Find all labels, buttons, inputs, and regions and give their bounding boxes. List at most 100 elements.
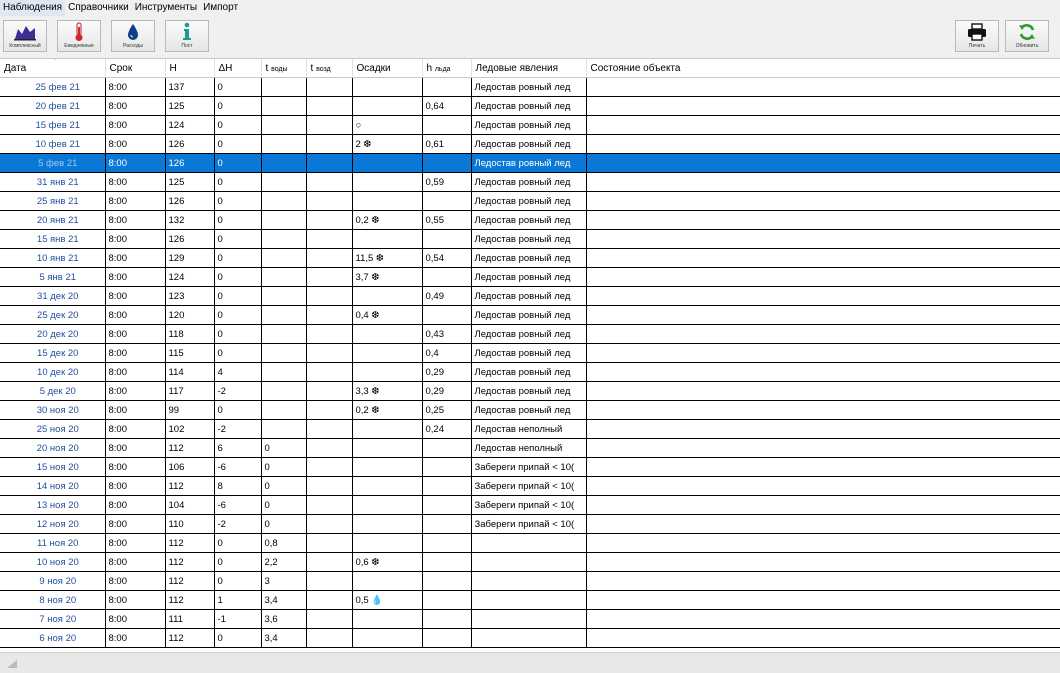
cell-t-air[interactable] (306, 229, 353, 249)
cell-time[interactable]: 8:00 (105, 400, 166, 420)
cell-t-water[interactable] (261, 419, 307, 439)
cell-t-air[interactable] (306, 115, 353, 135)
cell-dh[interactable]: -2 (214, 381, 262, 401)
cell-dh[interactable]: 4 (214, 362, 262, 382)
cell-time[interactable]: 8:00 (105, 267, 166, 287)
cell-precip[interactable] (352, 609, 423, 629)
cell-ice-phenomena[interactable] (471, 628, 587, 648)
cell-precip[interactable] (352, 172, 423, 192)
table-row[interactable]: 25 фев 21 8:00 137 0 Ледостав ровный лед (0, 77, 1060, 97)
cell-precip[interactable] (352, 419, 423, 439)
cell-ice-phenomena[interactable]: Забереги припай < 10( (471, 457, 587, 477)
cell-h[interactable]: 99 (165, 400, 215, 420)
cell-precip[interactable]: 3,7 ❆ (352, 267, 423, 287)
cell-ice[interactable] (422, 267, 472, 287)
cell-t-water[interactable] (261, 229, 307, 249)
cell-t-air[interactable] (306, 172, 353, 192)
cell-object-state[interactable] (586, 533, 1060, 553)
table-row[interactable]: 5 дек 20 8:00 117 -2 3,3 ❆ 0,29 Ледостав ровны… (0, 381, 1060, 401)
cell-date[interactable]: 25 янв 21 (0, 191, 106, 211)
cell-object-state[interactable] (586, 590, 1060, 610)
cell-t-water[interactable] (261, 362, 307, 382)
cell-t-air[interactable] (306, 628, 353, 648)
cell-date[interactable]: 10 ноя 20 (0, 552, 106, 572)
table-row[interactable]: 7 ноя 20 8:00 111 -1 3,6 (0, 609, 1060, 629)
cell-ice[interactable]: 0,29 (422, 381, 472, 401)
cell-object-state[interactable] (586, 476, 1060, 496)
cell-ice[interactable] (422, 191, 472, 211)
cell-ice[interactable]: 0,61 (422, 134, 472, 154)
cell-object-state[interactable] (586, 495, 1060, 515)
cell-h[interactable]: 111 (165, 609, 215, 629)
cell-date[interactable]: 31 дек 20 (0, 286, 106, 306)
cell-precip[interactable] (352, 324, 423, 344)
cell-object-state[interactable] (586, 267, 1060, 287)
cell-t-water[interactable] (261, 210, 307, 230)
cell-time[interactable]: 8:00 (105, 324, 166, 344)
print-button[interactable]: Печать (955, 20, 999, 52)
cell-h[interactable]: 112 (165, 552, 215, 572)
table-row[interactable]: 15 янв 21 8:00 126 0 Ледостав ровный лед (0, 229, 1060, 249)
cell-object-state[interactable] (586, 172, 1060, 192)
cell-dh[interactable]: 0 (214, 210, 262, 230)
cell-h[interactable]: 118 (165, 324, 215, 344)
cell-ice[interactable] (422, 628, 472, 648)
cell-t-water[interactable] (261, 286, 307, 306)
cell-precip[interactable]: 0,5 💧 (352, 590, 423, 610)
cell-ice[interactable] (422, 590, 472, 610)
cell-dh[interactable]: 0 (214, 77, 262, 97)
table-row[interactable]: 12 ноя 20 8:00 110 -2 0 Забереги припай < 10( (0, 514, 1060, 534)
cell-date[interactable]: 10 фев 21 (0, 134, 106, 154)
cell-object-state[interactable] (586, 438, 1060, 458)
cell-h[interactable]: 117 (165, 381, 215, 401)
cell-time[interactable]: 8:00 (105, 381, 166, 401)
cell-t-air[interactable] (306, 286, 353, 306)
cell-t-water[interactable] (261, 305, 307, 325)
cell-precip[interactable]: 0,2 ❆ (352, 210, 423, 230)
cell-t-water[interactable] (261, 172, 307, 192)
cell-h[interactable]: 120 (165, 305, 215, 325)
cell-t-air[interactable] (306, 96, 353, 116)
cell-precip[interactable] (352, 362, 423, 382)
table-row[interactable]: 10 янв 21 8:00 129 0 11,5 ❆ 0,54 Ледостав ровн… (0, 248, 1060, 268)
cell-t-air[interactable] (306, 381, 353, 401)
cell-ice[interactable] (422, 476, 472, 496)
cell-date[interactable]: 13 ноя 20 (0, 495, 106, 515)
cell-object-state[interactable] (586, 419, 1060, 439)
col-object-state[interactable]: Состояние объекта (586, 59, 1060, 78)
cell-t-water[interactable]: 0 (261, 438, 307, 458)
cell-object-state[interactable] (586, 514, 1060, 534)
cell-t-air[interactable] (306, 419, 353, 439)
cell-ice-phenomena[interactable]: Ледостав ровный лед (471, 305, 587, 325)
cell-h[interactable]: 102 (165, 419, 215, 439)
cell-t-air[interactable] (306, 476, 353, 496)
table-row[interactable]: 20 фев 21 8:00 125 0 0,64 Ледостав ровный лед (0, 96, 1060, 116)
cell-ice-phenomena[interactable]: Ледостав ровный лед (471, 248, 587, 268)
cell-time[interactable]: 8:00 (105, 514, 166, 534)
cell-date[interactable]: 5 янв 21 (0, 267, 106, 287)
cell-date[interactable]: 20 дек 20 (0, 324, 106, 344)
cell-h[interactable]: 112 (165, 590, 215, 610)
cell-ice-phenomena[interactable]: Ледостав ровный лед (471, 362, 587, 382)
cell-time[interactable]: 8:00 (105, 229, 166, 249)
cell-dh[interactable]: 0 (214, 134, 262, 154)
cell-dh[interactable]: 0 (214, 172, 262, 192)
cell-ice[interactable] (422, 115, 472, 135)
cell-time[interactable]: 8:00 (105, 362, 166, 382)
cell-dh[interactable]: -1 (214, 609, 262, 629)
cell-h[interactable]: 126 (165, 153, 215, 173)
cell-date[interactable]: 25 фев 21 (0, 77, 106, 97)
cell-t-air[interactable] (306, 609, 353, 629)
refresh-button[interactable]: Обновить (1005, 20, 1049, 52)
resize-grip-icon[interactable] (6, 659, 18, 669)
cell-time[interactable]: 8:00 (105, 248, 166, 268)
cell-ice-phenomena[interactable] (471, 590, 587, 610)
cell-h[interactable]: 104 (165, 495, 215, 515)
cell-dh[interactable]: 0 (214, 115, 262, 135)
cell-precip[interactable]: ○ (352, 115, 423, 135)
table-row[interactable]: 10 дек 20 8:00 114 4 0,29 Ледостав ровный лед (0, 362, 1060, 382)
col-h[interactable]: H (165, 59, 215, 78)
cell-ice[interactable]: 0,55 (422, 210, 472, 230)
cell-dh[interactable]: 0 (214, 343, 262, 363)
cell-t-water[interactable]: 3,4 (261, 590, 307, 610)
